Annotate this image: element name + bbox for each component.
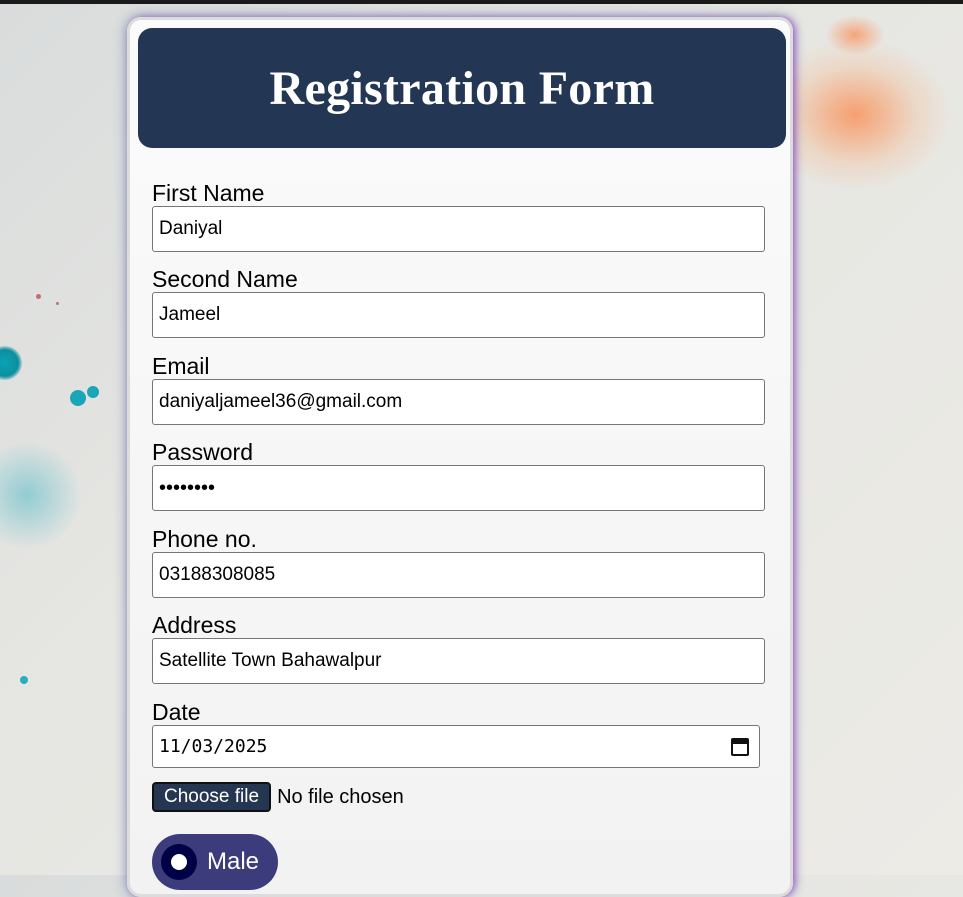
file-upload-row: Choose file No file chosen (152, 782, 404, 812)
background-paint-splash (825, 15, 885, 55)
second-name-input[interactable]: Jameel (152, 292, 765, 338)
first-name-input[interactable]: Daniyal (152, 206, 765, 252)
file-status: No file chosen (277, 785, 404, 808)
background-paint-drop (20, 676, 28, 684)
phone-label: Phone no. (152, 526, 257, 552)
password-label: Password (152, 439, 253, 465)
address-label: Address (152, 612, 237, 638)
password-input[interactable]: •••••••• (152, 465, 765, 511)
background-paint-drop (70, 390, 86, 406)
background-paint-drop (0, 346, 22, 380)
address-input[interactable]: Satellite Town Bahawalpur (152, 638, 765, 684)
phone-group: Phone no. 03188308085 (152, 526, 766, 598)
choose-file-button[interactable]: Choose file (152, 782, 272, 812)
email-input[interactable]: daniyaljameel36@gmail.com (152, 379, 765, 425)
top-border (0, 0, 963, 4)
date-value: 11/03/2025 (159, 736, 268, 757)
date-input[interactable]: 11/03/2025 (152, 725, 760, 768)
email-label: Email (152, 353, 210, 379)
date-group: Date 11/03/2025 (152, 699, 766, 768)
background-paint-drop (36, 294, 41, 299)
second-name-group: Second Name Jameel (152, 266, 766, 338)
first-name-group: First Name Daniyal (152, 180, 766, 252)
password-group: Password •••••••• (152, 439, 766, 511)
form-header: Registration Form (138, 28, 786, 148)
date-label: Date (152, 699, 201, 725)
email-group: Email daniyaljameel36@gmail.com (152, 353, 766, 425)
gender-radio-label: Male (207, 848, 260, 875)
gender-radio-male[interactable]: Male (152, 834, 278, 890)
first-name-label: First Name (152, 180, 265, 206)
second-name-label: Second Name (152, 266, 298, 292)
background-paint-drop (56, 302, 59, 305)
background-paint-drop (87, 386, 99, 398)
registration-card: Registration Form First Name Daniyal Sec… (127, 17, 793, 897)
calendar-icon[interactable] (731, 737, 749, 756)
address-group: Address Satellite Town Bahawalpur (152, 612, 766, 684)
form-title: Registration Form (269, 61, 655, 115)
phone-input[interactable]: 03188308085 (152, 552, 765, 598)
background-paint-splash (0, 440, 82, 550)
